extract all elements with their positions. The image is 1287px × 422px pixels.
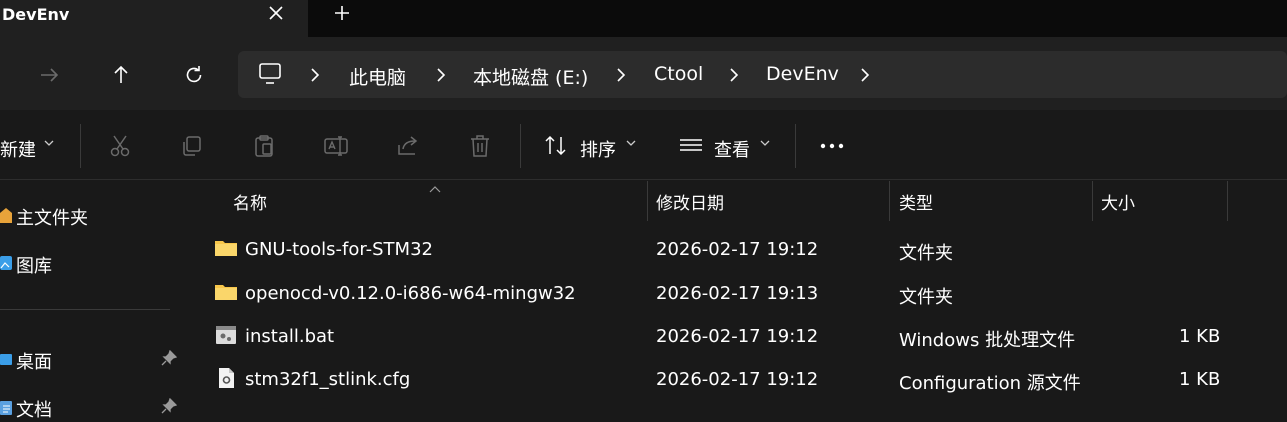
file-row[interactable]: stm32f1_stlink.cfg 2026-02-17 19:12 Conf… [186,359,1287,399]
file-name: stm32f1_stlink.cfg [245,369,411,390]
pin-icon[interactable] [161,397,178,414]
column-divider[interactable] [647,181,648,221]
sidebar-item-label: 桌面 [16,352,52,373]
sidebar-item-label: 文档 [16,400,52,421]
pin-icon[interactable] [161,349,178,366]
breadcrumb-devenv[interactable]: DevEnv [766,63,839,85]
file-type: 文件夹 [899,287,953,308]
chevron-down-icon[interactable] [758,135,772,149]
file-modified: 2026-02-17 19:12 [656,326,819,347]
sidebar-item-label: 图库 [16,256,52,277]
this-pc-icon[interactable] [256,61,284,87]
breadcrumb-this-pc[interactable]: 此电脑 [349,63,406,90]
sidebar-item-desktop[interactable]: 桌面 [0,345,184,373]
folder-icon [214,281,238,303]
rename-icon[interactable] [323,133,349,159]
copy-icon[interactable] [179,133,205,159]
gallery-icon [0,254,12,272]
share-icon[interactable] [395,133,421,159]
column-header-name[interactable]: 名称 [233,189,267,214]
up-arrow-icon[interactable] [108,62,134,88]
refresh-icon[interactable] [181,62,207,88]
sort-button[interactable]: 排序 [580,136,616,162]
title-bar: DevEnv [0,0,1287,37]
column-header-modified[interactable]: 修改日期 [656,189,724,214]
chevron-right-icon[interactable] [727,66,741,84]
view-button[interactable]: 查看 [714,136,750,162]
sort-icon[interactable] [543,133,569,159]
toolbar-divider [795,124,796,168]
home-icon [0,206,12,224]
chevron-right-icon[interactable] [614,66,628,84]
navigation-pane: 主文件夹 图库 桌面 文档 [0,181,186,422]
column-divider[interactable] [889,181,890,221]
chevron-right-icon[interactable] [858,66,872,84]
chevron-down-icon[interactable] [624,135,638,149]
chevron-right-icon[interactable] [434,66,448,84]
sidebar-item-gallery[interactable]: 图库 [0,249,184,277]
file-size: 1 KB [1179,369,1221,390]
file-modified: 2026-02-17 19:12 [656,369,819,390]
breadcrumb-ctool[interactable]: Ctool [654,63,703,85]
forward-arrow-icon[interactable] [36,62,62,88]
new-button[interactable]: 新建 [0,136,36,162]
file-name: GNU-tools-for-STM32 [245,239,433,260]
column-header-row: 名称 修改日期 类型 大小 [186,181,1287,221]
toolbar-divider [80,124,81,168]
file-name: openocd-v0.12.0-i686-w64-mingw32 [245,283,576,304]
file-type: Windows 批处理文件 [899,330,1076,351]
delete-icon[interactable] [467,133,493,159]
navigation-bar: 此电脑 本地磁盘 (E:) Ctool DevEnv [0,37,1287,110]
address-bar[interactable]: 此电脑 本地磁盘 (E:) Ctool DevEnv [238,51,1287,98]
file-name: install.bat [245,326,335,347]
file-row[interactable]: GNU-tools-for-STM32 2026-02-17 19:12 文件夹 [186,229,1287,269]
tab-title: DevEnv [2,5,70,24]
cut-icon[interactable] [107,133,133,159]
sidebar-divider [0,309,170,310]
column-divider[interactable] [1227,181,1228,221]
desktop-icon [0,350,12,368]
sidebar-item-home[interactable]: 主文件夹 [0,201,184,229]
chevron-right-icon[interactable] [308,66,322,84]
file-modified: 2026-02-17 19:12 [656,239,819,260]
documents-icon [0,398,12,416]
breadcrumb-local-disk[interactable]: 本地磁盘 (E:) [473,63,588,90]
folder-icon [214,237,238,259]
sidebar-item-documents[interactable]: 文档 [0,393,184,421]
file-modified: 2026-02-17 19:13 [656,283,819,304]
column-header-type[interactable]: 类型 [899,189,933,214]
file-row[interactable]: openocd-v0.12.0-i686-w64-mingw32 2026-02… [186,273,1287,313]
column-divider[interactable] [1092,181,1093,221]
column-header-size[interactable]: 大小 [1101,189,1135,214]
chevron-down-icon[interactable] [42,135,56,149]
file-type: 文件夹 [899,243,953,264]
sort-ascending-caret-icon [428,179,442,193]
file-list: 名称 修改日期 类型 大小 GNU-tools-for-STM32 2026-0… [186,181,1287,422]
sidebar-item-label: 主文件夹 [16,208,88,229]
view-list-icon[interactable] [678,133,704,159]
config-file-icon [214,367,238,389]
batch-file-icon [214,324,238,346]
paste-icon[interactable] [251,133,277,159]
tab-devenv[interactable]: DevEnv [0,0,308,37]
more-options-icon[interactable] [819,133,845,159]
file-row[interactable]: install.bat 2026-02-17 19:12 Windows 批处理… [186,316,1287,356]
file-size: 1 KB [1179,326,1221,347]
toolbar-divider [520,124,521,168]
command-bar: 新建 排序 查看 [0,110,1287,180]
new-tab-plus-icon[interactable] [330,1,354,25]
close-icon[interactable] [264,1,288,25]
file-type: Configuration 源文件 [899,373,1081,394]
